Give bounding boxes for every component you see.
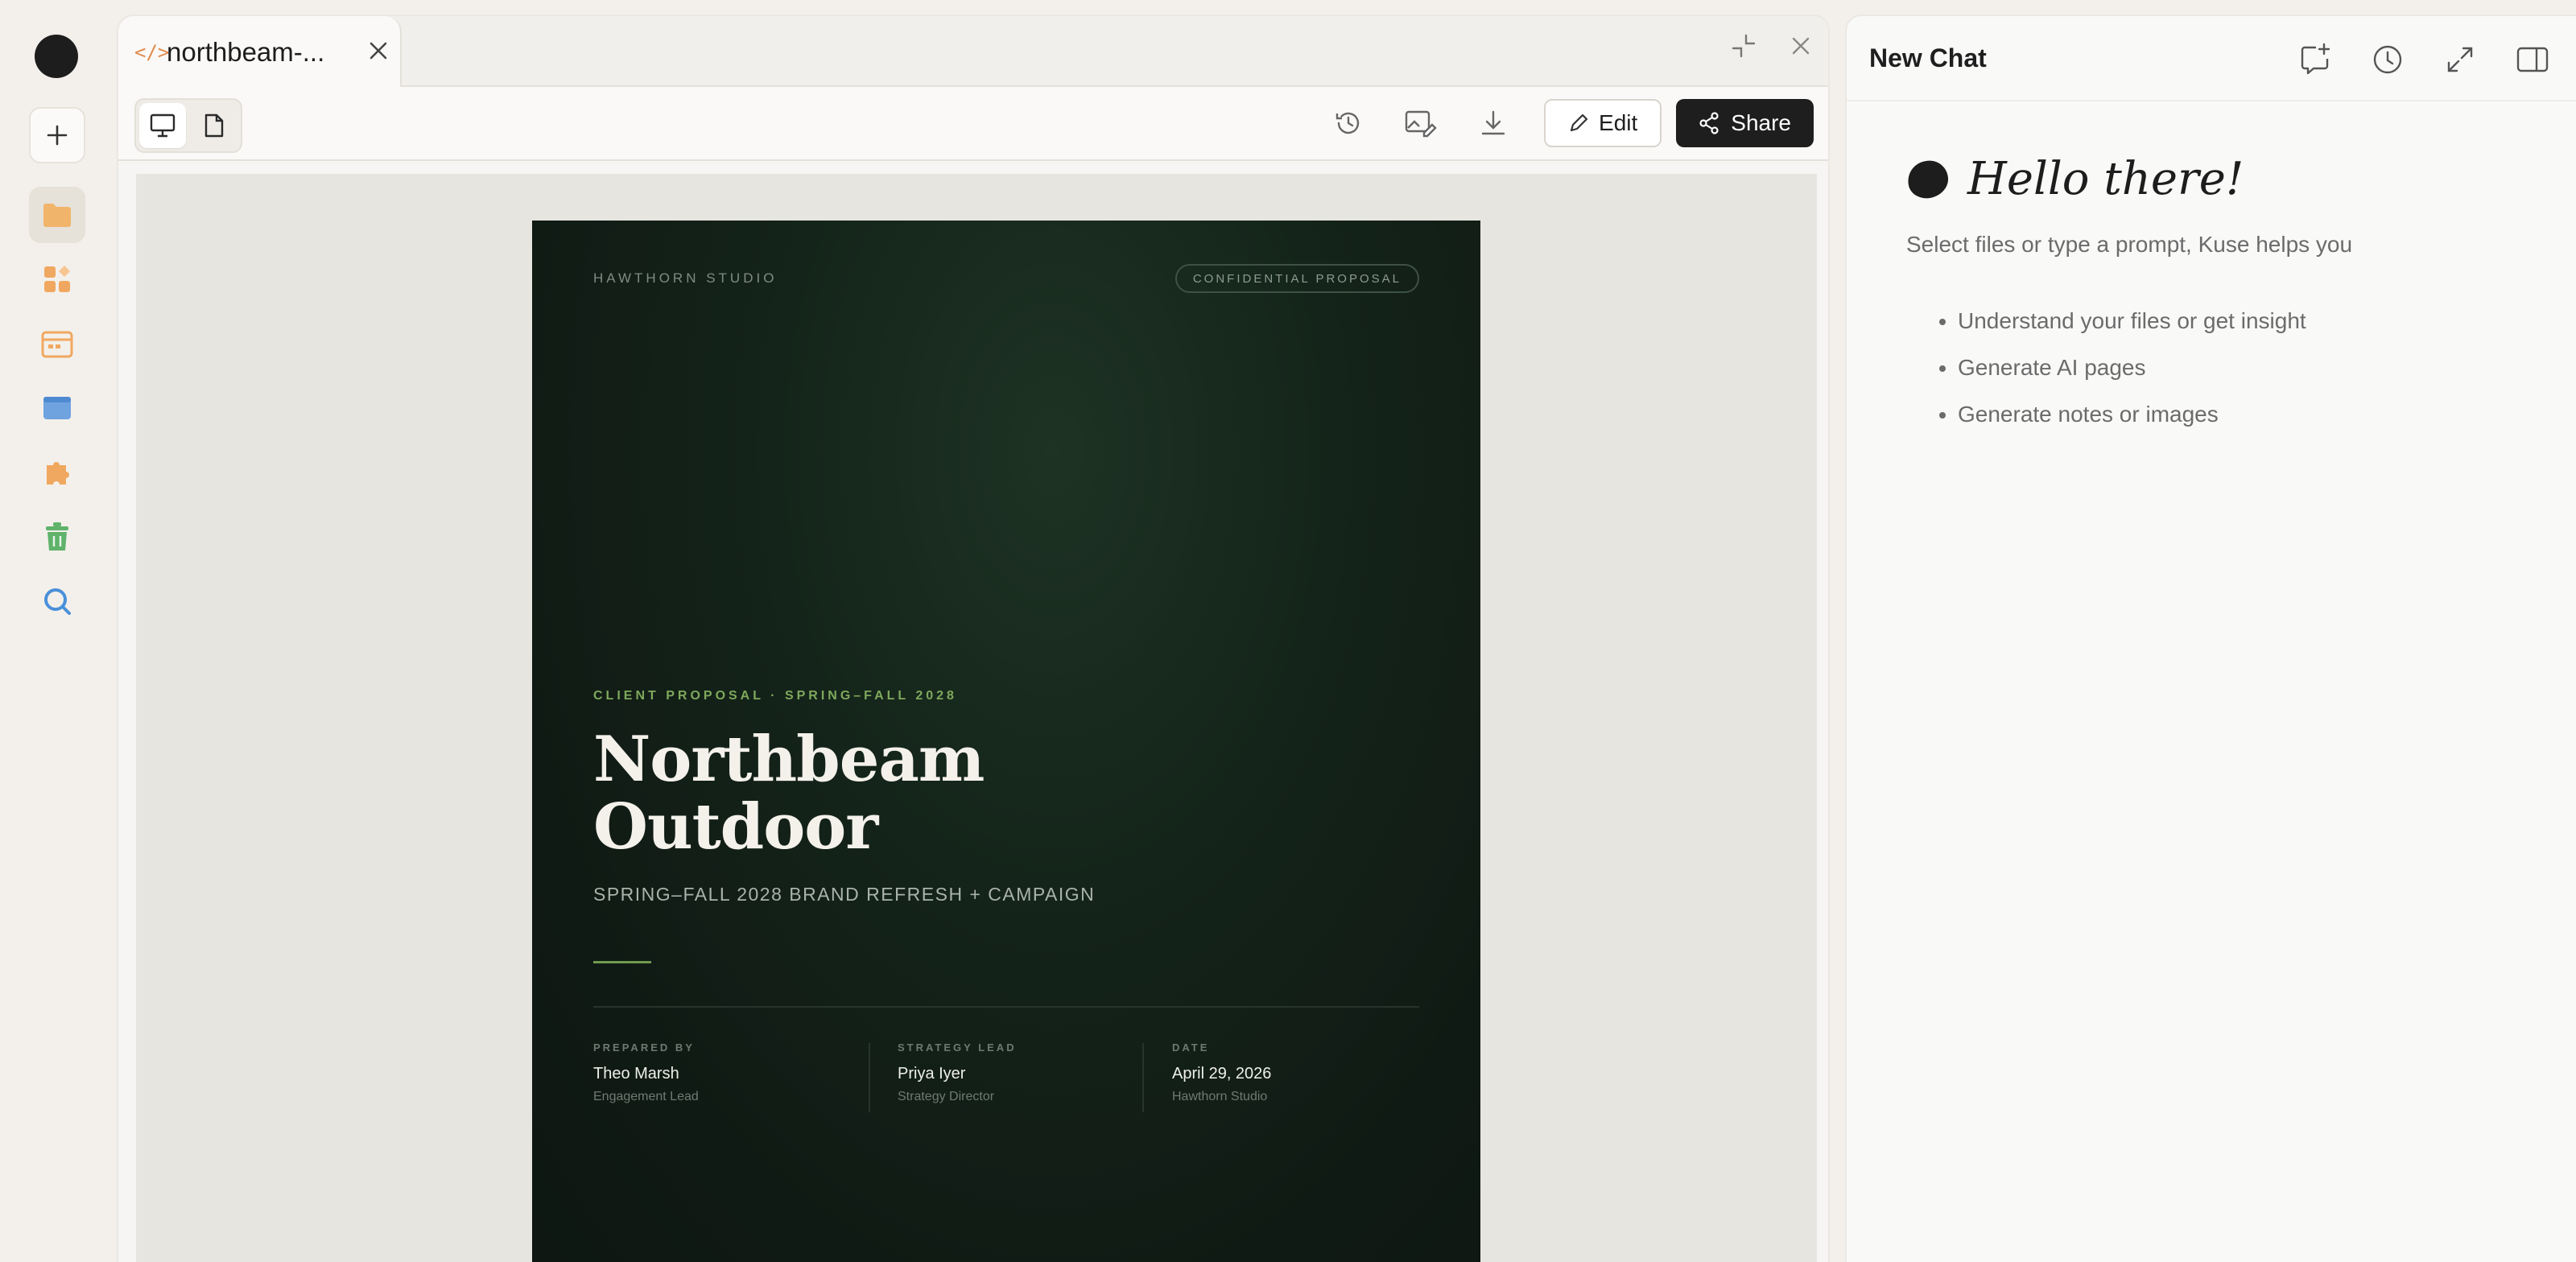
divider <box>593 1006 1419 1008</box>
window-icon <box>43 397 71 419</box>
file-icon <box>204 113 224 138</box>
sidebar-icon <box>2516 47 2549 72</box>
list-item: Generate AI pages <box>1958 344 2306 391</box>
accent-rule <box>593 961 651 963</box>
greeting-text: Hello there! <box>1967 153 2244 205</box>
share-label: Share <box>1731 110 1791 135</box>
left-rail <box>0 0 114 1262</box>
confidential-badge: CONFIDENTIAL PROPOSAL <box>1174 264 1419 293</box>
meta-label: STRATEGY LEAD <box>898 1041 1017 1054</box>
search-icon <box>44 588 71 615</box>
widgets-icon <box>44 266 70 292</box>
proposal-eyebrow: CLIENT PROPOSAL · SPRING–FALL 2028 <box>593 689 957 703</box>
page-view-button[interactable] <box>191 103 237 148</box>
plus-icon <box>47 125 68 146</box>
capability-list: Understand your files or get insight Gen… <box>1958 298 2306 438</box>
assistant-avatar <box>1904 156 1952 202</box>
expand-chat-button[interactable] <box>2441 40 2479 79</box>
document-tab[interactable]: </> northbeam-... <box>118 16 402 89</box>
download-icon <box>1481 110 1505 135</box>
meta-strategy-lead: STRATEGY LEAD Priya Iyer Strategy Direct… <box>898 1041 1017 1104</box>
chat-header: New Chat <box>1847 16 2576 101</box>
rail-calendar[interactable] <box>29 316 85 372</box>
panel-window-controls <box>1730 32 1812 64</box>
rail-files[interactable] <box>29 187 85 243</box>
share-icon <box>1699 112 1719 134</box>
calendar-icon <box>41 331 73 358</box>
close-tab-button[interactable] <box>368 40 389 65</box>
meta-separator <box>1142 1043 1144 1112</box>
list-item: Understand your files or get insight <box>1958 298 2306 344</box>
rail-search[interactable] <box>29 573 85 629</box>
document-toolbar: Edit Share <box>118 87 1828 161</box>
collapse-icon <box>1732 34 1756 58</box>
meta-name: Theo Marsh <box>593 1065 679 1083</box>
close-icon <box>1792 37 1810 55</box>
proposal-title: Northbeam Outdoor <box>593 723 985 864</box>
app-logo[interactable] <box>35 35 78 78</box>
history-button[interactable] <box>1312 98 1385 148</box>
meta-label: DATE <box>1172 1041 1210 1054</box>
history-icon <box>1335 112 1360 134</box>
meta-date: DATE April 29, 2026 Hawthorn Studio <box>1172 1041 1271 1104</box>
chat-header-actions <box>2296 40 2552 79</box>
edit-label: Edit <box>1599 110 1638 135</box>
toggle-sidebar-button[interactable] <box>2513 40 2552 79</box>
meta-role: Hawthorn Studio <box>1172 1090 1268 1103</box>
new-chat-icon <box>2301 43 2330 75</box>
pencil-icon <box>1570 113 1588 132</box>
folder-icon <box>43 204 71 227</box>
puzzle-icon <box>47 462 69 485</box>
meta-role: Strategy Director <box>898 1090 995 1103</box>
meta-name: Priya Iyer <box>898 1065 966 1083</box>
desktop-view-button[interactable] <box>139 103 186 148</box>
list-item: Generate notes or images <box>1958 391 2306 438</box>
close-panel-button[interactable] <box>1790 35 1812 61</box>
annotate-button[interactable] <box>1385 98 1457 148</box>
expand-icon <box>2447 47 2473 72</box>
code-icon: </> <box>134 41 170 64</box>
proposal-subtitle: SPRING–FALL 2028 BRAND REFRESH + CAMPAIG… <box>593 884 1096 905</box>
new-chat-button[interactable] <box>2296 40 2334 79</box>
tab-bar: </> northbeam-... <box>118 16 1828 89</box>
studio-name: HAWTHORN STUDIO <box>593 270 778 286</box>
close-icon <box>369 42 387 59</box>
chat-title: New Chat <box>1869 43 1987 72</box>
view-toggle <box>134 98 242 153</box>
greeting: Hello there! <box>1904 153 2244 205</box>
rail-apps[interactable] <box>29 251 85 307</box>
rail-plugins[interactable] <box>29 444 85 501</box>
new-button[interactable] <box>29 107 85 163</box>
edit-button[interactable]: Edit <box>1544 99 1662 147</box>
proposal-page: HAWTHORN STUDIO CONFIDENTIAL PROPOSAL CL… <box>532 221 1480 1262</box>
clock-icon <box>2373 45 2402 74</box>
chat-history-button[interactable] <box>2368 40 2407 79</box>
rail-trash[interactable] <box>29 509 85 565</box>
rail-window[interactable] <box>29 380 85 436</box>
title-line-1: Northbeam <box>593 723 985 796</box>
meta-role: Engagement Lead <box>593 1090 699 1103</box>
meta-separator <box>869 1043 870 1112</box>
monitor-icon <box>150 113 175 138</box>
toolbar-actions: Edit Share <box>1312 98 1814 148</box>
image-edit-icon <box>1405 110 1437 138</box>
title-line-2: Outdoor <box>593 790 878 864</box>
tab-title: northbeam-... <box>167 37 325 67</box>
collapse-button[interactable] <box>1730 32 1757 64</box>
download-button[interactable] <box>1457 98 1530 148</box>
meta-label: PREPARED BY <box>593 1041 695 1054</box>
meta-prepared-by: PREPARED BY Theo Marsh Engagement Lead <box>593 1041 699 1104</box>
chat-intro: Select files or type a prompt, Kuse help… <box>1906 232 2353 257</box>
trash-icon <box>46 522 68 551</box>
share-button[interactable]: Share <box>1676 99 1814 147</box>
meta-name: April 29, 2026 <box>1172 1065 1272 1083</box>
chat-panel: New Chat Hello there! Select files or ty… <box>1845 14 2576 1262</box>
